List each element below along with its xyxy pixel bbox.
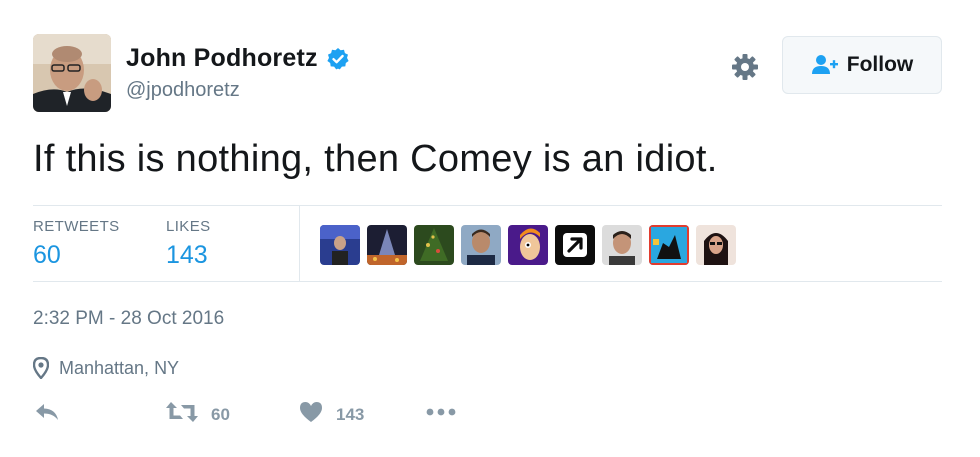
stats-divider	[299, 206, 300, 282]
heart-icon	[298, 400, 324, 429]
likes-count: 143	[166, 241, 208, 269]
retweets-label: RETWEETS	[33, 218, 120, 235]
gear-icon[interactable]	[730, 52, 760, 82]
follow-label: Follow	[846, 53, 914, 76]
tweet-timestamp[interactable]: 2:32 PM - 28 Oct 2016	[33, 308, 224, 330]
retweet-count: 60	[211, 404, 230, 424]
more-dots-icon	[425, 400, 457, 429]
liker-avatar[interactable]	[461, 225, 501, 265]
author-handle[interactable]: @jpodhoretz	[126, 79, 350, 102]
liker-avatar[interactable]	[696, 225, 736, 265]
tweet-stats: RETWEETS 60 LIKES 143	[33, 205, 942, 282]
like-count: 143	[336, 404, 365, 424]
liker-avatar[interactable]	[508, 225, 548, 265]
liker-avatar[interactable]	[555, 225, 595, 265]
author-block: John Podhoretz @jpodhoretz	[126, 44, 350, 102]
tweet-text: If this is nothing, then Comey is an idi…	[33, 138, 718, 180]
retweets-stat[interactable]: RETWEETS 60	[33, 218, 120, 270]
retweet-button[interactable]: 60	[165, 400, 230, 429]
likes-label: LIKES	[166, 218, 211, 235]
more-button[interactable]	[425, 400, 457, 429]
tweet-location[interactable]: Manhattan, NY	[32, 356, 180, 380]
author-display-name[interactable]: John Podhoretz	[126, 44, 318, 73]
retweets-count: 60	[33, 241, 61, 269]
map-pin-icon	[32, 356, 50, 380]
add-user-icon	[811, 54, 839, 76]
avatar-photo	[33, 34, 111, 112]
tweet-header: John Podhoretz @jpodhoretz Follow	[33, 34, 943, 114]
liker-avatar[interactable]	[367, 225, 407, 265]
retweet-icon	[165, 400, 199, 429]
follow-button[interactable]: Follow	[782, 36, 942, 94]
location-text: Manhattan, NY	[59, 357, 180, 378]
tweet-actions: 60 143	[33, 400, 533, 430]
like-button[interactable]: 143	[298, 400, 364, 429]
liker-avatars	[320, 225, 736, 265]
reply-icon	[33, 400, 61, 429]
likes-stat[interactable]: LIKES 143	[166, 218, 211, 270]
verified-badge-icon	[326, 47, 350, 71]
liker-avatar[interactable]	[414, 225, 454, 265]
liker-avatar[interactable]	[649, 225, 689, 265]
avatar[interactable]	[33, 34, 111, 112]
reply-button[interactable]	[33, 400, 61, 429]
liker-avatar[interactable]	[320, 225, 360, 265]
liker-avatar[interactable]	[602, 225, 642, 265]
